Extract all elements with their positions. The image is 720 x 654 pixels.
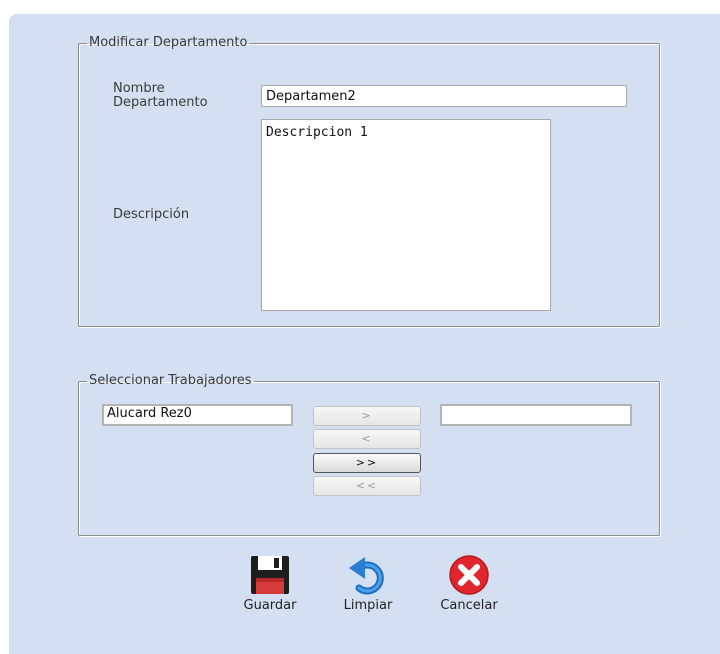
add-selected-button[interactable]: > [313,406,421,426]
department-legend: Modificar Departamento [89,35,248,50]
clear-button[interactable]: Limpiar [336,554,400,613]
description-textarea[interactable]: Descripcion 1 [261,119,551,311]
save-button[interactable]: Guardar [238,554,302,613]
red-x-circle-icon [449,555,489,595]
available-workers-list[interactable]: Alucard Rez0 [102,404,293,426]
add-all-button[interactable]: >> [313,453,421,473]
save-button-label: Guardar [243,598,297,613]
undo-arrow-icon [349,557,384,595]
department-name-label: Nombre Departamento [113,81,208,110]
cancel-button-label: Cancelar [440,598,498,613]
remove-all-button[interactable]: << [313,476,421,496]
selected-workers-list[interactable] [440,404,632,426]
remove-selected-button[interactable]: < [313,429,421,449]
department-name-input[interactable] [261,85,627,107]
floppy-disk-icon [251,556,289,594]
clear-button-label: Limpiar [343,598,393,613]
form-panel: Modificar Departamento Nombre Departamen… [9,14,720,654]
workers-legend: Seleccionar Trabajadores [89,373,252,388]
cancel-button[interactable]: Cancelar [434,554,504,613]
available-worker-item[interactable]: Alucard Rez0 [107,407,288,421]
description-label: Descripción [113,207,190,222]
